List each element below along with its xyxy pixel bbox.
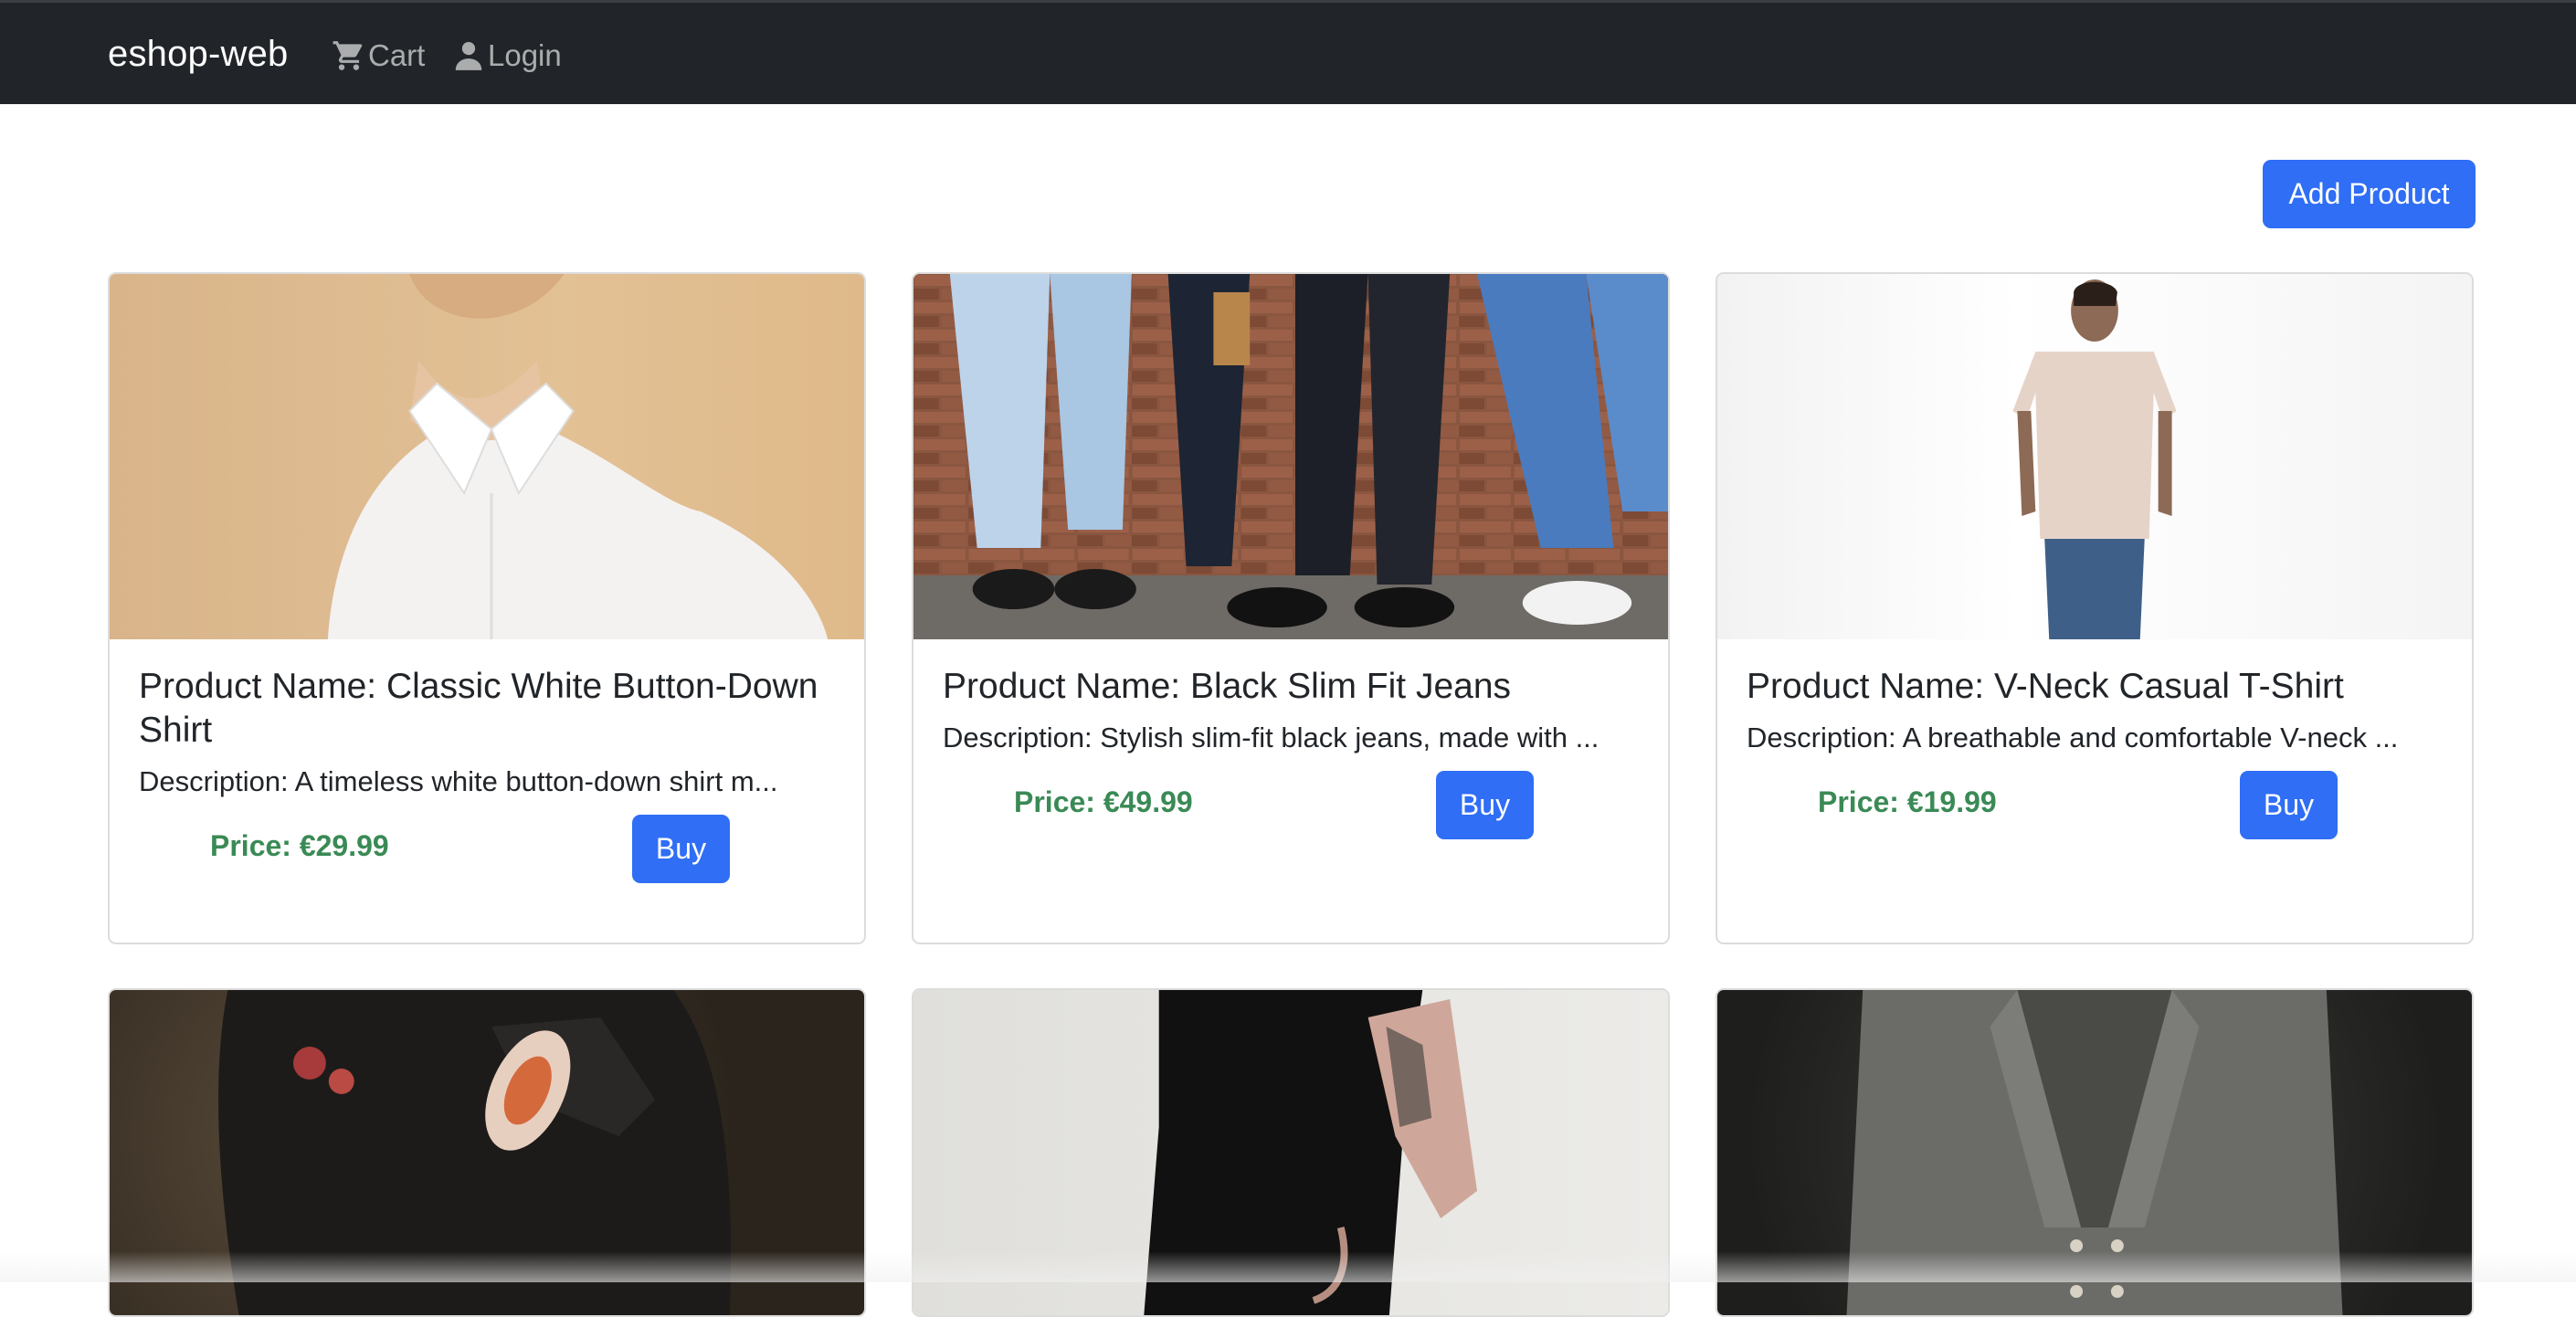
product-image-vneck-tshirt (1717, 274, 2472, 639)
product-card: Product Name: Classic White Button-Down … (108, 272, 866, 944)
brand-link[interactable]: eshop-web (108, 34, 288, 75)
add-product-button[interactable]: Add Product (2263, 160, 2476, 228)
nav-cart-link[interactable]: Cart (332, 36, 425, 76)
product-card (108, 988, 866, 1317)
user-icon (451, 38, 486, 73)
product-card: Product Name: V-Neck Casual T-Shirt Desc… (1716, 272, 2474, 944)
product-title: Product Name: Classic White Button-Down … (139, 667, 818, 750)
product-card: Product Name: Black Slim Fit Jeans Descr… (912, 272, 1670, 944)
product-description: Description: A timeless white button-dow… (139, 765, 778, 797)
product-price: Price: €49.99 (1014, 785, 1193, 818)
buy-button[interactable]: Buy (2240, 771, 2338, 839)
nav-login-label: Login (488, 38, 562, 72)
nav-cart-label: Cart (368, 38, 426, 72)
product-image-white-shirt (110, 274, 864, 639)
product-image-grey-blazer (1717, 990, 2472, 1315)
product-image-black-outfit (913, 990, 1668, 1315)
product-image-black-jeans (913, 274, 1668, 639)
product-price: Price: €29.99 (210, 829, 389, 862)
navbar: eshop-web Cart Login (0, 0, 2576, 104)
product-price: Price: €19.99 (1818, 785, 1997, 818)
product-title: Product Name: Black Slim Fit Jeans (943, 667, 1512, 706)
product-description: Description: Stylish slim-fit black jean… (943, 722, 1599, 753)
nav-login-link[interactable]: Login (451, 36, 562, 76)
product-image-leather-jacket (110, 990, 864, 1315)
cart-icon (332, 38, 366, 73)
product-card (912, 988, 1670, 1317)
product-card (1716, 988, 2474, 1317)
buy-button[interactable]: Buy (632, 815, 730, 883)
product-description: Description: A breathable and comfortabl… (1747, 722, 2399, 753)
product-title: Product Name: V-Neck Casual T-Shirt (1747, 667, 2344, 706)
buy-button[interactable]: Buy (1436, 771, 1534, 839)
